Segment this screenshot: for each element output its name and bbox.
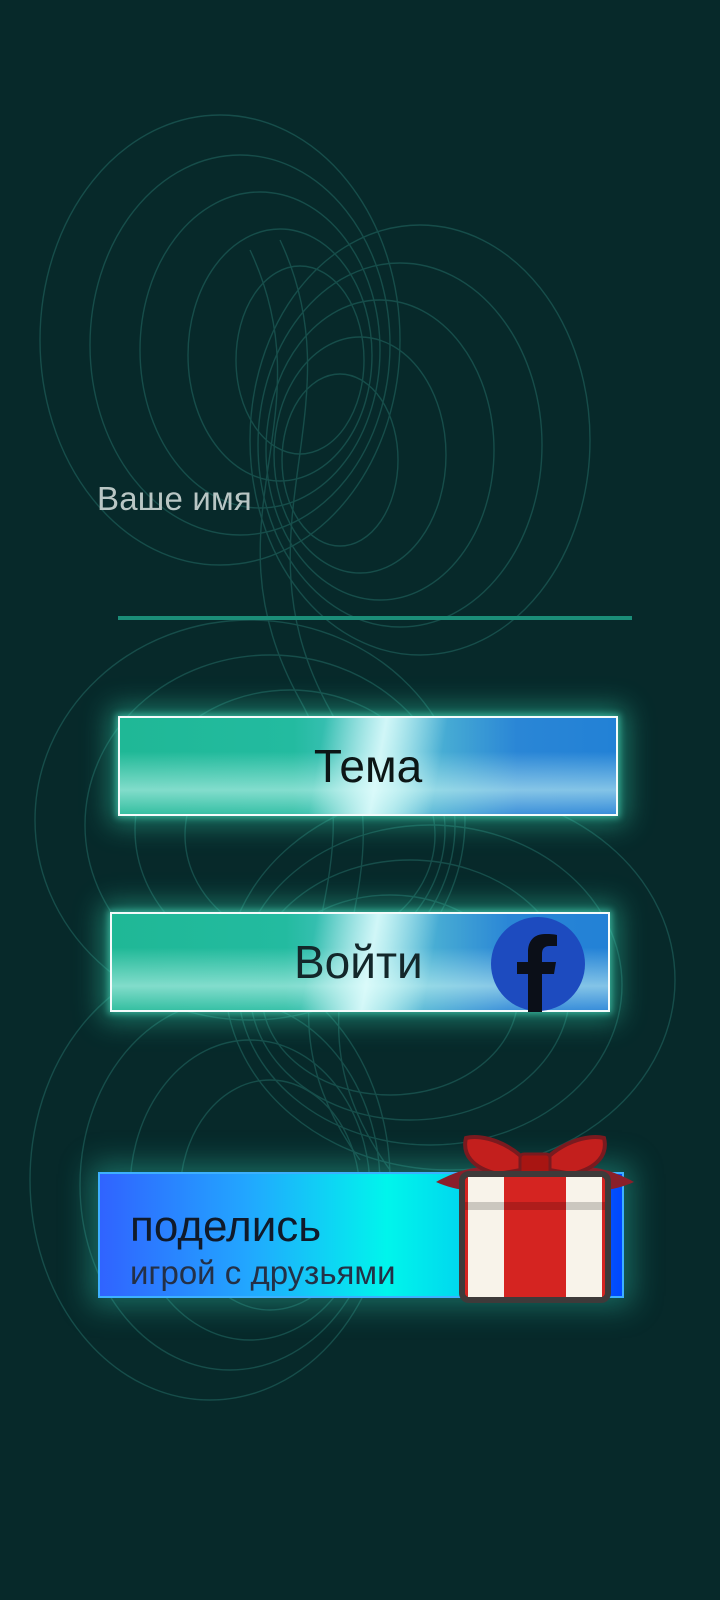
name-input[interactable] [118,560,632,620]
share-title: поделись [130,1202,322,1251]
facebook-icon [491,917,585,1012]
name-field-label: Ваше имя [97,480,252,517]
share-subtitle: игрой с друзьями [130,1254,396,1291]
app-screen: Ваше имя Тема Войти поделись игрой с дру… [0,0,720,1600]
theme-button-label: Тема [313,740,423,792]
theme-button[interactable]: Тема [118,716,618,816]
gift-icon[interactable] [432,1134,638,1304]
facebook-login-button[interactable]: Войти [110,912,610,1012]
